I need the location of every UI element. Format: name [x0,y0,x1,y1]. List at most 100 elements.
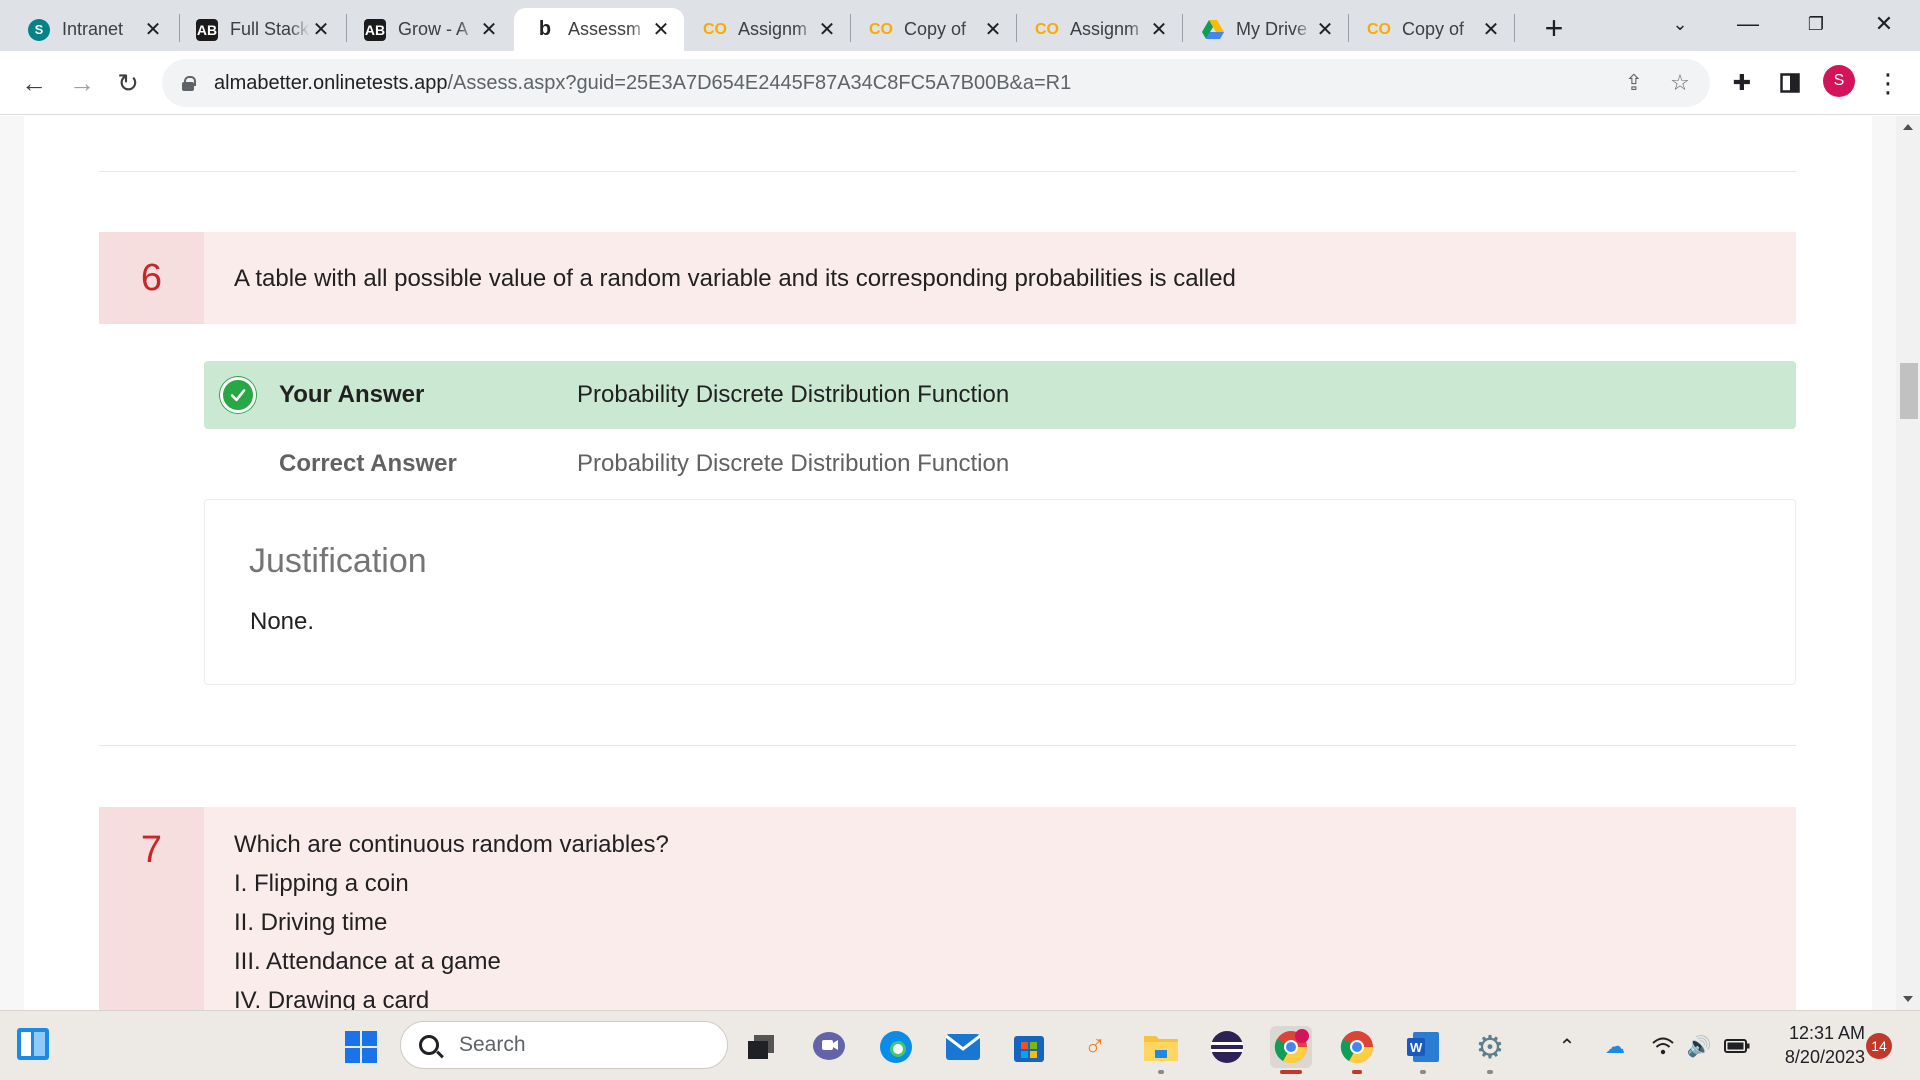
page-viewport: 6 A table with all possible value of a r… [0,116,1920,1010]
profile-avatar[interactable]: S [1823,65,1855,97]
tab-full-stack[interactable]: AB Full Stack ✕ [176,8,344,51]
address-bar[interactable]: almabetter.onlinetests.app/Assess.aspx?g… [162,59,1710,107]
back-button[interactable]: ← [14,63,54,103]
question-number: 6 [99,232,204,324]
close-tab-icon[interactable]: ✕ [1148,19,1170,41]
tab-divider [1514,14,1515,42]
url-text[interactable]: almabetter.onlinetests.app/Assess.aspx?g… [214,72,1071,95]
minimize-button[interactable]: — [1728,6,1768,42]
scroll-up-arrow-icon[interactable] [1903,124,1913,130]
tab-search-chevron-icon[interactable]: ⌄ [1660,6,1700,42]
bookmark-star-icon[interactable]: ☆ [1662,65,1698,101]
tab-title: Copy of [1402,19,1465,39]
url-path: /Assess.aspx?guid=25E3A7D654E2445F87A34C… [447,71,1072,94]
teams-chat-icon[interactable] [808,1026,850,1068]
scrollbar-thumb[interactable] [1900,363,1918,419]
bing-icon: b [538,18,552,40]
tab-title: Copy of [904,19,967,39]
running-indicator [1352,1070,1362,1074]
question-text: A table with all possible value of a ran… [204,232,1236,324]
side-panel-icon[interactable] [1772,65,1808,101]
clock-time: 12:31 AM [1788,1023,1865,1043]
microsoft-store-icon[interactable] [1008,1026,1050,1068]
wifi-icon[interactable] [1648,1031,1678,1061]
chrome-icon[interactable] [1336,1026,1378,1074]
chrome-profile-icon[interactable] [1270,1026,1312,1074]
close-window-button[interactable]: ✕ [1864,6,1904,42]
clock-date: 8/20/2023 [1784,1047,1865,1067]
question-line: III. Attendance at a game [234,948,501,975]
correct-answer-value: Probability Discrete Distribution Functi… [577,450,1010,477]
task-view-icon[interactable] [740,1026,782,1068]
sharepoint-icon: S [28,18,50,41]
reload-button[interactable]: ↻ [108,63,148,103]
edge-browser-icon[interactable] [875,1026,917,1068]
your-answer-row: Your Answer Probability Discrete Distrib… [204,361,1796,429]
colab-icon: CO [1367,20,1391,38]
tab-assignment-2[interactable]: CO Assignm ✕ [1016,8,1182,51]
close-tab-icon[interactable]: ✕ [310,19,332,41]
your-answer-value: Probability Discrete Distribution Functi… [577,381,1010,408]
eclipse-icon[interactable] [1206,1026,1248,1068]
close-tab-icon[interactable]: ✕ [816,19,838,41]
tab-grow[interactable]: AB Grow - A ✕ [344,8,512,51]
settings-gear-icon[interactable]: ⚙ [1469,1026,1511,1074]
question-line: II. Driving time [234,909,388,936]
your-answer-label: Your Answer [279,381,425,408]
search-placeholder: Search [459,1033,526,1056]
search-icon [419,1035,439,1055]
page-scrollbar[interactable] [1896,116,1920,1010]
widgets-icon[interactable] [12,1023,54,1065]
question-line: IV. Drawing a card [234,987,430,1010]
tab-title: Assignm [1070,19,1140,39]
running-indicator [1158,1070,1164,1074]
taskbar-search-box[interactable]: Search [400,1021,728,1069]
lock-icon[interactable] [182,76,196,91]
close-tab-icon[interactable]: ✕ [1314,19,1336,41]
question-card: 6 A table with all possible value of a r… [99,232,1796,324]
share-icon[interactable]: ⇪ [1616,65,1652,101]
notification-badge[interactable]: 14 [1866,1033,1892,1059]
justification-text: None. [250,608,315,635]
close-tab-icon[interactable]: ✕ [478,19,500,41]
tab-my-drive[interactable]: My Drive ✕ [1182,8,1348,51]
forward-button[interactable]: → [62,63,102,103]
close-tab-icon[interactable]: ✕ [650,19,672,41]
word-icon[interactable]: W [1402,1026,1444,1074]
new-tab-button[interactable]: + [1536,10,1572,46]
scroll-down-arrow-icon[interactable] [1903,996,1913,1002]
browser-tab-strip: S Intranet ✕ AB Full Stack ✕ AB Grow - A… [0,0,1920,51]
restore-button[interactable]: ❐ [1796,6,1836,42]
google-drive-icon [1202,19,1224,41]
active-indicator [1280,1070,1302,1074]
onedrive-cloud-icon[interactable]: ☁ [1600,1031,1630,1061]
close-tab-icon[interactable]: ✕ [1480,19,1502,41]
tab-assessment[interactable]: b Assessm ✕ [514,8,684,51]
svg-text:W: W [1410,1040,1423,1055]
start-windows-icon[interactable] [340,1026,382,1068]
close-tab-icon[interactable]: ✕ [982,19,1004,41]
show-hidden-icons-chevron-icon[interactable]: ⌃ [1552,1031,1582,1061]
tab-intranet[interactable]: S Intranet ✕ [8,8,176,51]
tab-copy-of-1[interactable]: CO Copy of ✕ [850,8,1016,51]
question-line: Which are continuous random variables? [234,831,669,858]
colab-icon: CO [869,20,893,38]
file-explorer-icon[interactable] [1140,1026,1182,1074]
more-menu-icon[interactable]: ⋮ [1870,65,1906,101]
mail-icon[interactable] [942,1026,984,1068]
question-number: 7 [99,807,204,1010]
tab-assignment-1[interactable]: CO Assignm ✕ [684,8,850,51]
question-text: Which are continuous random variables? I… [204,807,669,1010]
colab-icon: CO [1035,20,1059,38]
tab-copy-of-2[interactable]: CO Copy of ✕ [1348,8,1514,51]
close-tab-icon[interactable]: ✕ [142,19,164,41]
almabetter-icon: AB [196,18,218,41]
power-automate-icon[interactable]: ♂ [1074,1026,1116,1068]
colab-icon: CO [703,20,727,38]
question-line: A table with all possible value of a ran… [234,264,1236,292]
divider [99,745,1796,746]
extensions-puzzle-icon[interactable]: ✚ [1724,65,1760,101]
system-clock[interactable]: 12:31 AM 8/20/2023 [1765,1021,1865,1069]
battery-icon[interactable] [1722,1031,1752,1061]
volume-icon[interactable]: 🔊 [1684,1031,1714,1061]
